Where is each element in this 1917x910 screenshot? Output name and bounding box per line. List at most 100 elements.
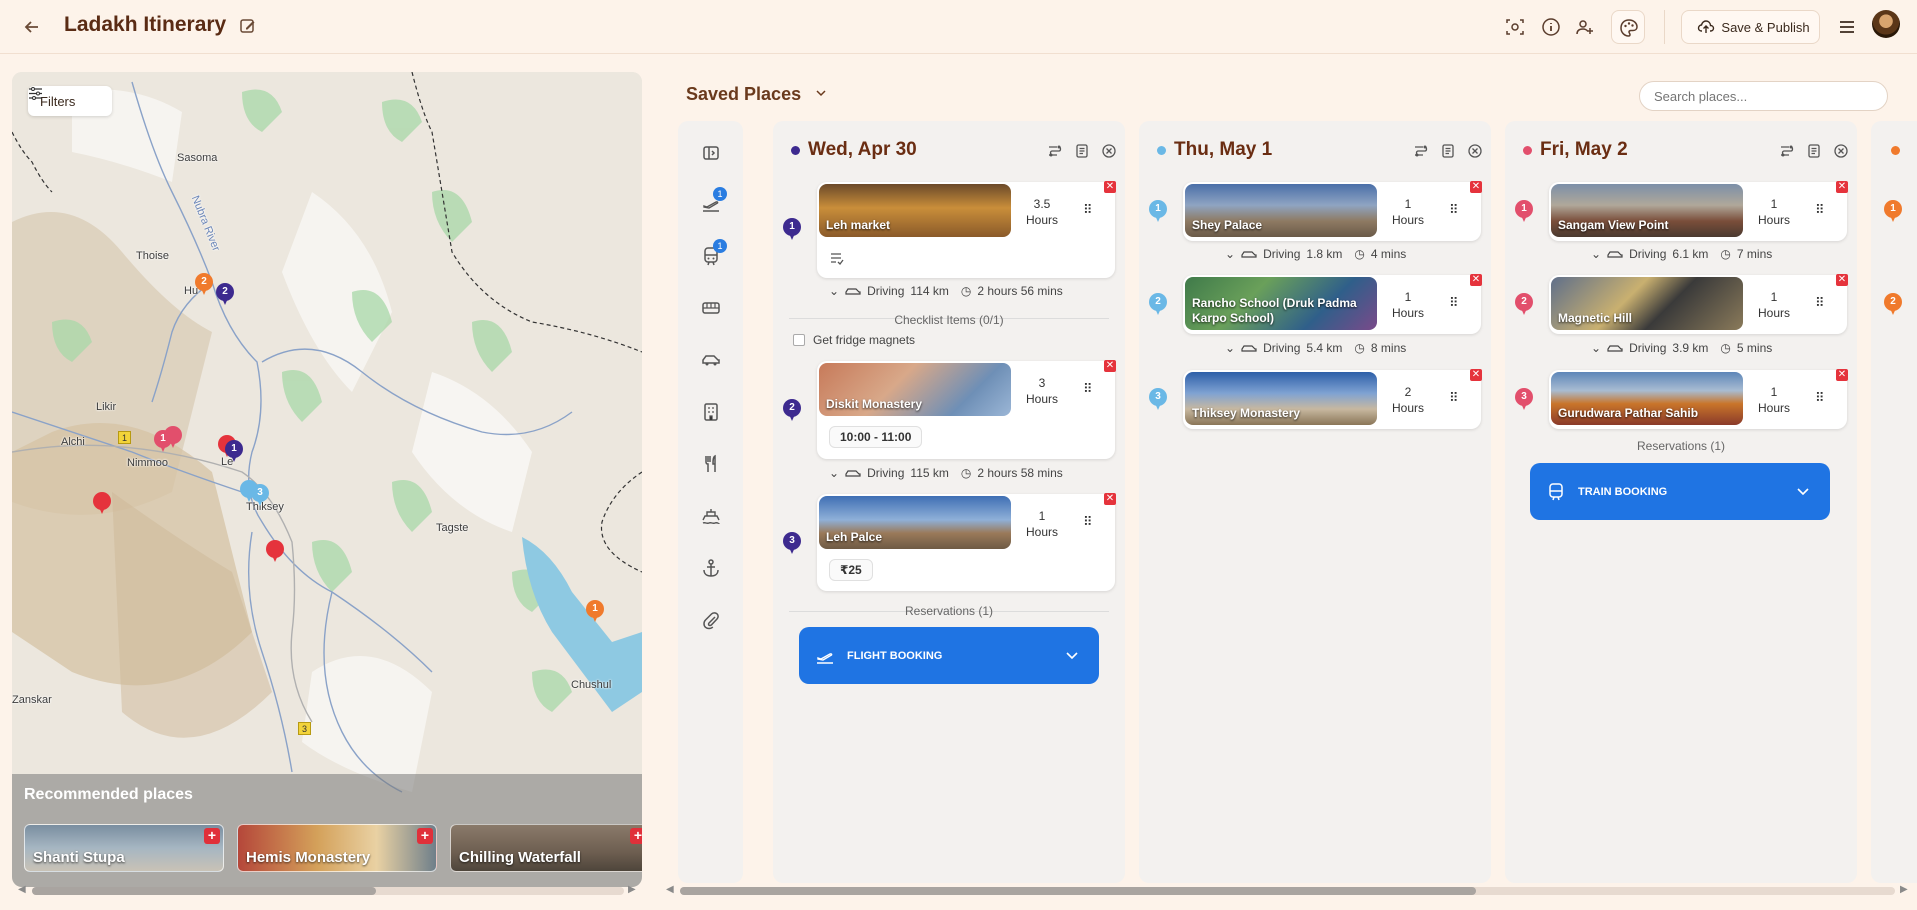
place-duration[interactable]: 1 Hours (1754, 289, 1794, 321)
drag-handle-icon[interactable]: ⠿ (1449, 202, 1458, 218)
chevron-down-icon[interactable] (1794, 482, 1812, 500)
drag-handle-icon[interactable]: ⠿ (1449, 295, 1458, 311)
train-icon[interactable]: 1 (700, 239, 727, 267)
recommended-card[interactable]: Hemis Monastery + (237, 824, 437, 872)
search-input[interactable] (1639, 81, 1888, 111)
place-card[interactable]: Diskit Monastery 3 Hours ⠿ ✕ 10:00 - 11:0… (817, 360, 1116, 459)
attachment-icon[interactable] (700, 609, 722, 631)
drag-handle-icon[interactable]: ⠿ (1449, 390, 1458, 406)
time-chip[interactable]: 10:00 - 11:00 (829, 426, 923, 448)
map-marker[interactable]: 1 (225, 440, 243, 464)
itinerary-scrollbar[interactable]: ◀ ▶ (664, 884, 1914, 898)
anchor-icon[interactable] (700, 557, 722, 579)
chevron-down-icon[interactable]: ⌄ (1591, 341, 1601, 355)
avatar[interactable] (1872, 10, 1900, 38)
flight-icon[interactable]: 1 (700, 187, 727, 215)
place-duration[interactable]: 1 Hours (1022, 508, 1062, 540)
filters-button[interactable]: Filters (28, 86, 112, 116)
chevron-down-icon[interactable] (1063, 646, 1081, 664)
drive-info[interactable]: ⌄ Driving 1.8 km ◷ 4 mins (1225, 247, 1525, 261)
place-duration[interactable]: 3 Hours (1022, 375, 1062, 407)
price-chip[interactable]: ₹25 (829, 559, 873, 581)
theme-button[interactable] (1611, 10, 1645, 44)
route-icon[interactable] (1779, 143, 1795, 159)
place-duration[interactable]: 1 Hours (1754, 384, 1794, 416)
scroll-left-icon[interactable]: ◀ (666, 884, 674, 895)
chevron-down-icon[interactable]: ⌄ (829, 284, 839, 298)
edit-title-icon[interactable] (239, 17, 257, 35)
restaurant-icon[interactable] (700, 453, 722, 475)
close-day-icon[interactable] (1833, 143, 1849, 159)
drag-handle-icon[interactable]: ⠿ (1815, 202, 1824, 218)
drive-info[interactable]: ⌄ Driving 114 km ◷ 2 hours 56 mins (829, 284, 1129, 298)
train-booking-button[interactable]: TRAIN BOOKING (1530, 463, 1830, 520)
checklist-icon[interactable] (829, 250, 845, 266)
scroll-thumb[interactable] (32, 887, 376, 895)
delete-place-icon[interactable]: ✕ (1836, 274, 1848, 286)
delete-place-icon[interactable]: ✕ (1104, 181, 1116, 193)
map-marker[interactable]: 2 (216, 283, 234, 307)
place-duration[interactable]: 1 Hours (1388, 289, 1428, 321)
delete-place-icon[interactable]: ✕ (1104, 360, 1116, 372)
scroll-left-icon[interactable]: ◀ (18, 884, 26, 895)
notes-icon[interactable] (1440, 143, 1456, 159)
drive-info[interactable]: ⌄ Driving 115 km ◷ 2 hours 58 mins (829, 466, 1129, 480)
place-card[interactable]: Gurudwara Pathar Sahib 1 Hours ⠿ ✕ (1549, 369, 1848, 429)
bus-icon[interactable] (700, 297, 722, 319)
scroll-right-icon[interactable]: ▶ (1900, 884, 1908, 895)
place-card[interactable]: Magnetic Hill 1 Hours ⠿ ✕ (1549, 274, 1848, 334)
drive-info[interactable]: ⌄ Driving 3.9 km ◷ 5 mins (1591, 341, 1891, 355)
place-card[interactable]: Sangam View Point 1 Hours ⠿ ✕ (1549, 181, 1848, 241)
sidebar-toggle-icon[interactable] (700, 142, 722, 164)
info-icon[interactable] (1541, 17, 1561, 37)
chevron-down-icon[interactable]: ⌄ (1225, 341, 1235, 355)
checklist-item[interactable]: Get fridge magnets (793, 333, 915, 347)
scroll-thumb[interactable] (680, 887, 1476, 895)
add-collaborator-icon[interactable] (1575, 17, 1595, 37)
place-card[interactable]: Thiksey Monastery 2 Hours ⠿ ✕ (1183, 369, 1482, 429)
place-card[interactable]: Shey Palace 1 Hours ⠿ ✕ (1183, 181, 1482, 241)
delete-place-icon[interactable]: ✕ (1470, 274, 1482, 286)
drag-handle-icon[interactable]: ⠿ (1083, 514, 1092, 530)
notes-icon[interactable] (1074, 143, 1090, 159)
place-duration[interactable]: 2 Hours (1388, 384, 1428, 416)
delete-place-icon[interactable]: ✕ (1104, 493, 1116, 505)
place-card[interactable]: Leh market 3.5 Hours ⠿ ✕ (817, 181, 1116, 278)
map-marker[interactable]: 3 (251, 484, 269, 508)
delete-place-icon[interactable]: ✕ (1470, 369, 1482, 381)
place-duration[interactable]: 1 Hours (1754, 196, 1794, 228)
cruise-icon[interactable] (700, 505, 722, 527)
place-duration[interactable]: 3.5 Hours (1022, 196, 1062, 228)
map-scrollbar[interactable]: ◀ ▶ (14, 884, 640, 898)
notes-icon[interactable] (1806, 143, 1822, 159)
hotel-icon[interactable] (700, 401, 722, 423)
delete-place-icon[interactable]: ✕ (1836, 369, 1848, 381)
drag-handle-icon[interactable]: ⠿ (1815, 295, 1824, 311)
map-panel[interactable]: Filters Sasoma Thoise Hu Likir Alchi Nim… (12, 72, 642, 887)
place-card[interactable]: Leh Palce 1 Hours ⠿ ✕ ₹25 (817, 493, 1116, 591)
add-place-icon[interactable]: + (630, 828, 642, 844)
scroll-right-icon[interactable]: ▶ (628, 884, 636, 895)
map-marker[interactable]: 2 (195, 273, 213, 297)
route-icon[interactable] (1047, 143, 1063, 159)
car-icon[interactable] (700, 349, 722, 371)
place-duration[interactable]: 1 Hours (1388, 196, 1428, 228)
recommended-card[interactable]: Chilling Waterfall + (450, 824, 642, 872)
drag-handle-icon[interactable]: ⠿ (1815, 390, 1824, 406)
place-card[interactable]: Rancho School (Druk Padma Karpo School) … (1183, 274, 1482, 334)
map-canvas[interactable] (12, 72, 642, 887)
map-marker[interactable] (266, 540, 284, 564)
saved-places-title[interactable]: Saved Places (686, 84, 801, 105)
drag-handle-icon[interactable]: ⠿ (1083, 381, 1092, 397)
map-marker[interactable]: 1 (586, 600, 604, 624)
drive-info[interactable]: ⌄ Driving 5.4 km ◷ 8 mins (1225, 341, 1525, 355)
route-icon[interactable] (1413, 143, 1429, 159)
recommended-card[interactable]: Shanti Stupa + (24, 824, 224, 872)
add-place-icon[interactable]: + (417, 828, 433, 844)
preview-icon[interactable] (1505, 17, 1525, 37)
chevron-down-icon[interactable]: ⌄ (829, 466, 839, 480)
drive-info[interactable]: ⌄ Driving 6.1 km ◷ 7 mins (1591, 247, 1891, 261)
map-marker[interactable] (164, 426, 182, 450)
hamburger-menu-icon[interactable] (1837, 17, 1857, 37)
checkbox[interactable] (793, 334, 805, 346)
